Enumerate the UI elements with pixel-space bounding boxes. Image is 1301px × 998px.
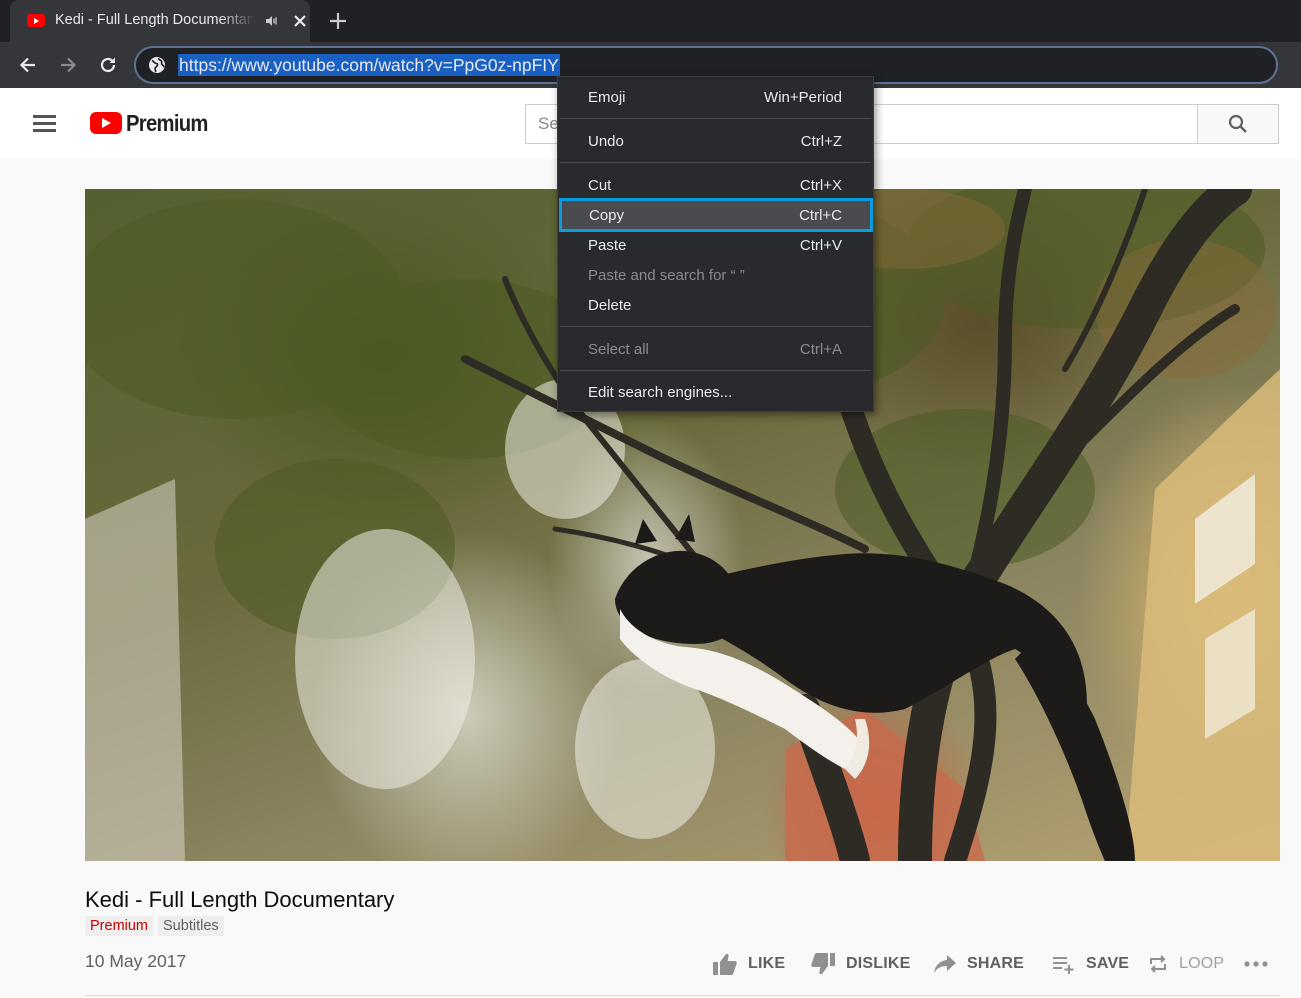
menu-separator	[560, 162, 871, 163]
menu-item-label: Emoji	[588, 88, 626, 106]
menu-item-label: Undo	[588, 132, 624, 150]
arrow-left-icon	[19, 57, 35, 73]
menu-item-paste[interactable]: Paste Ctrl+V	[558, 230, 873, 260]
loop-button[interactable]: LOOP	[1147, 950, 1224, 978]
like-label: LIKE	[748, 955, 786, 972]
context-menu: Emoji Win+Period Undo Ctrl+Z Cut Ctrl+X …	[557, 76, 874, 412]
reload-button[interactable]	[94, 51, 122, 79]
back-button[interactable]	[14, 51, 42, 79]
loop-label: LOOP	[1179, 955, 1225, 972]
reload-icon	[100, 57, 116, 73]
menu-item-undo[interactable]: Undo Ctrl+Z	[558, 126, 873, 156]
menu-item-shortcut: Ctrl+X	[799, 176, 842, 194]
thumbs-down-icon	[811, 953, 835, 975]
youtube-premium-logo[interactable]: Premium	[90, 109, 219, 136]
speaker-icon[interactable]	[264, 13, 280, 29]
video-badges: Premium Subtitles	[85, 916, 224, 936]
menu-separator	[560, 370, 871, 371]
share-icon	[934, 955, 956, 973]
globe-icon[interactable]	[148, 56, 166, 74]
hamburger-icon[interactable]	[33, 115, 57, 133]
menu-item-label: Cut	[588, 176, 612, 194]
dislike-button[interactable]: DISLIKE	[810, 950, 911, 978]
menu-item-shortcut: Ctrl+A	[799, 340, 842, 358]
menu-item-select-all: Select all Ctrl+A	[558, 334, 873, 364]
menu-item-shortcut: Ctrl+Z	[800, 132, 842, 150]
more-actions-button[interactable]	[1243, 950, 1269, 978]
new-tab-button[interactable]	[326, 9, 350, 33]
menu-item-label: Paste and search for “ ”	[588, 266, 745, 284]
menu-item-label: Paste	[588, 236, 627, 254]
menu-item-copy[interactable]: Copy Ctrl+C	[559, 198, 873, 232]
url-text[interactable]: https://www.youtube.com/watch?v=PpG0z-np…	[178, 54, 560, 76]
menu-item-label: Delete	[588, 296, 632, 314]
upload-date: 10 May 2017	[85, 951, 187, 971]
menu-item-emoji[interactable]: Emoji Win+Period	[558, 82, 873, 112]
logo-text: Premium	[126, 109, 208, 136]
browser-tab[interactable]: Kedi - Full Length Documentary	[10, 0, 310, 42]
thumbs-up-icon	[713, 953, 737, 975]
forward-button[interactable]	[54, 51, 82, 79]
menu-item-label: Select all	[588, 340, 649, 358]
menu-item-label: Copy	[589, 206, 625, 224]
plus-icon	[330, 13, 346, 29]
menu-separator	[560, 118, 871, 119]
close-icon[interactable]	[290, 11, 310, 31]
menu-separator	[560, 326, 871, 327]
playlist-add-icon	[1053, 957, 1074, 974]
share-button[interactable]: SHARE	[933, 950, 1024, 978]
youtube-logo-icon	[90, 112, 122, 134]
menu-item-edit-search-engines[interactable]: Edit search engines...	[558, 377, 873, 407]
video-title: Kedi - Full Length Documentary	[85, 887, 395, 912]
menu-item-shortcut: Win+Period	[764, 88, 842, 106]
save-label: SAVE	[1086, 955, 1130, 972]
menu-item-shortcut: Ctrl+C	[799, 206, 842, 224]
share-label: SHARE	[967, 955, 1025, 972]
dislike-label: DISLIKE	[846, 955, 911, 972]
menu-item-shortcut: Ctrl+V	[799, 236, 842, 254]
arrow-right-icon	[61, 57, 77, 73]
search-button[interactable]	[1197, 104, 1279, 144]
menu-item-cut[interactable]: Cut Ctrl+X	[558, 170, 873, 200]
divider	[85, 995, 1280, 996]
menu-item-label: Edit search engines...	[588, 383, 733, 401]
tab-title: Kedi - Full Length Documentary	[55, 12, 255, 28]
more-icon	[1244, 961, 1268, 967]
tab-strip: Kedi - Full Length Documentary	[0, 0, 1301, 42]
premium-badge[interactable]: Premium	[85, 916, 154, 936]
subtitles-badge[interactable]: Subtitles	[158, 916, 224, 936]
search-icon	[1228, 114, 1247, 133]
loop-icon	[1150, 955, 1166, 973]
menu-item-delete[interactable]: Delete	[558, 290, 873, 320]
menu-item-paste-and-search: Paste and search for “ ”	[558, 260, 873, 290]
youtube-favicon-icon	[27, 14, 45, 27]
like-button[interactable]: LIKE	[712, 950, 785, 978]
save-button[interactable]: SAVE	[1052, 950, 1129, 978]
